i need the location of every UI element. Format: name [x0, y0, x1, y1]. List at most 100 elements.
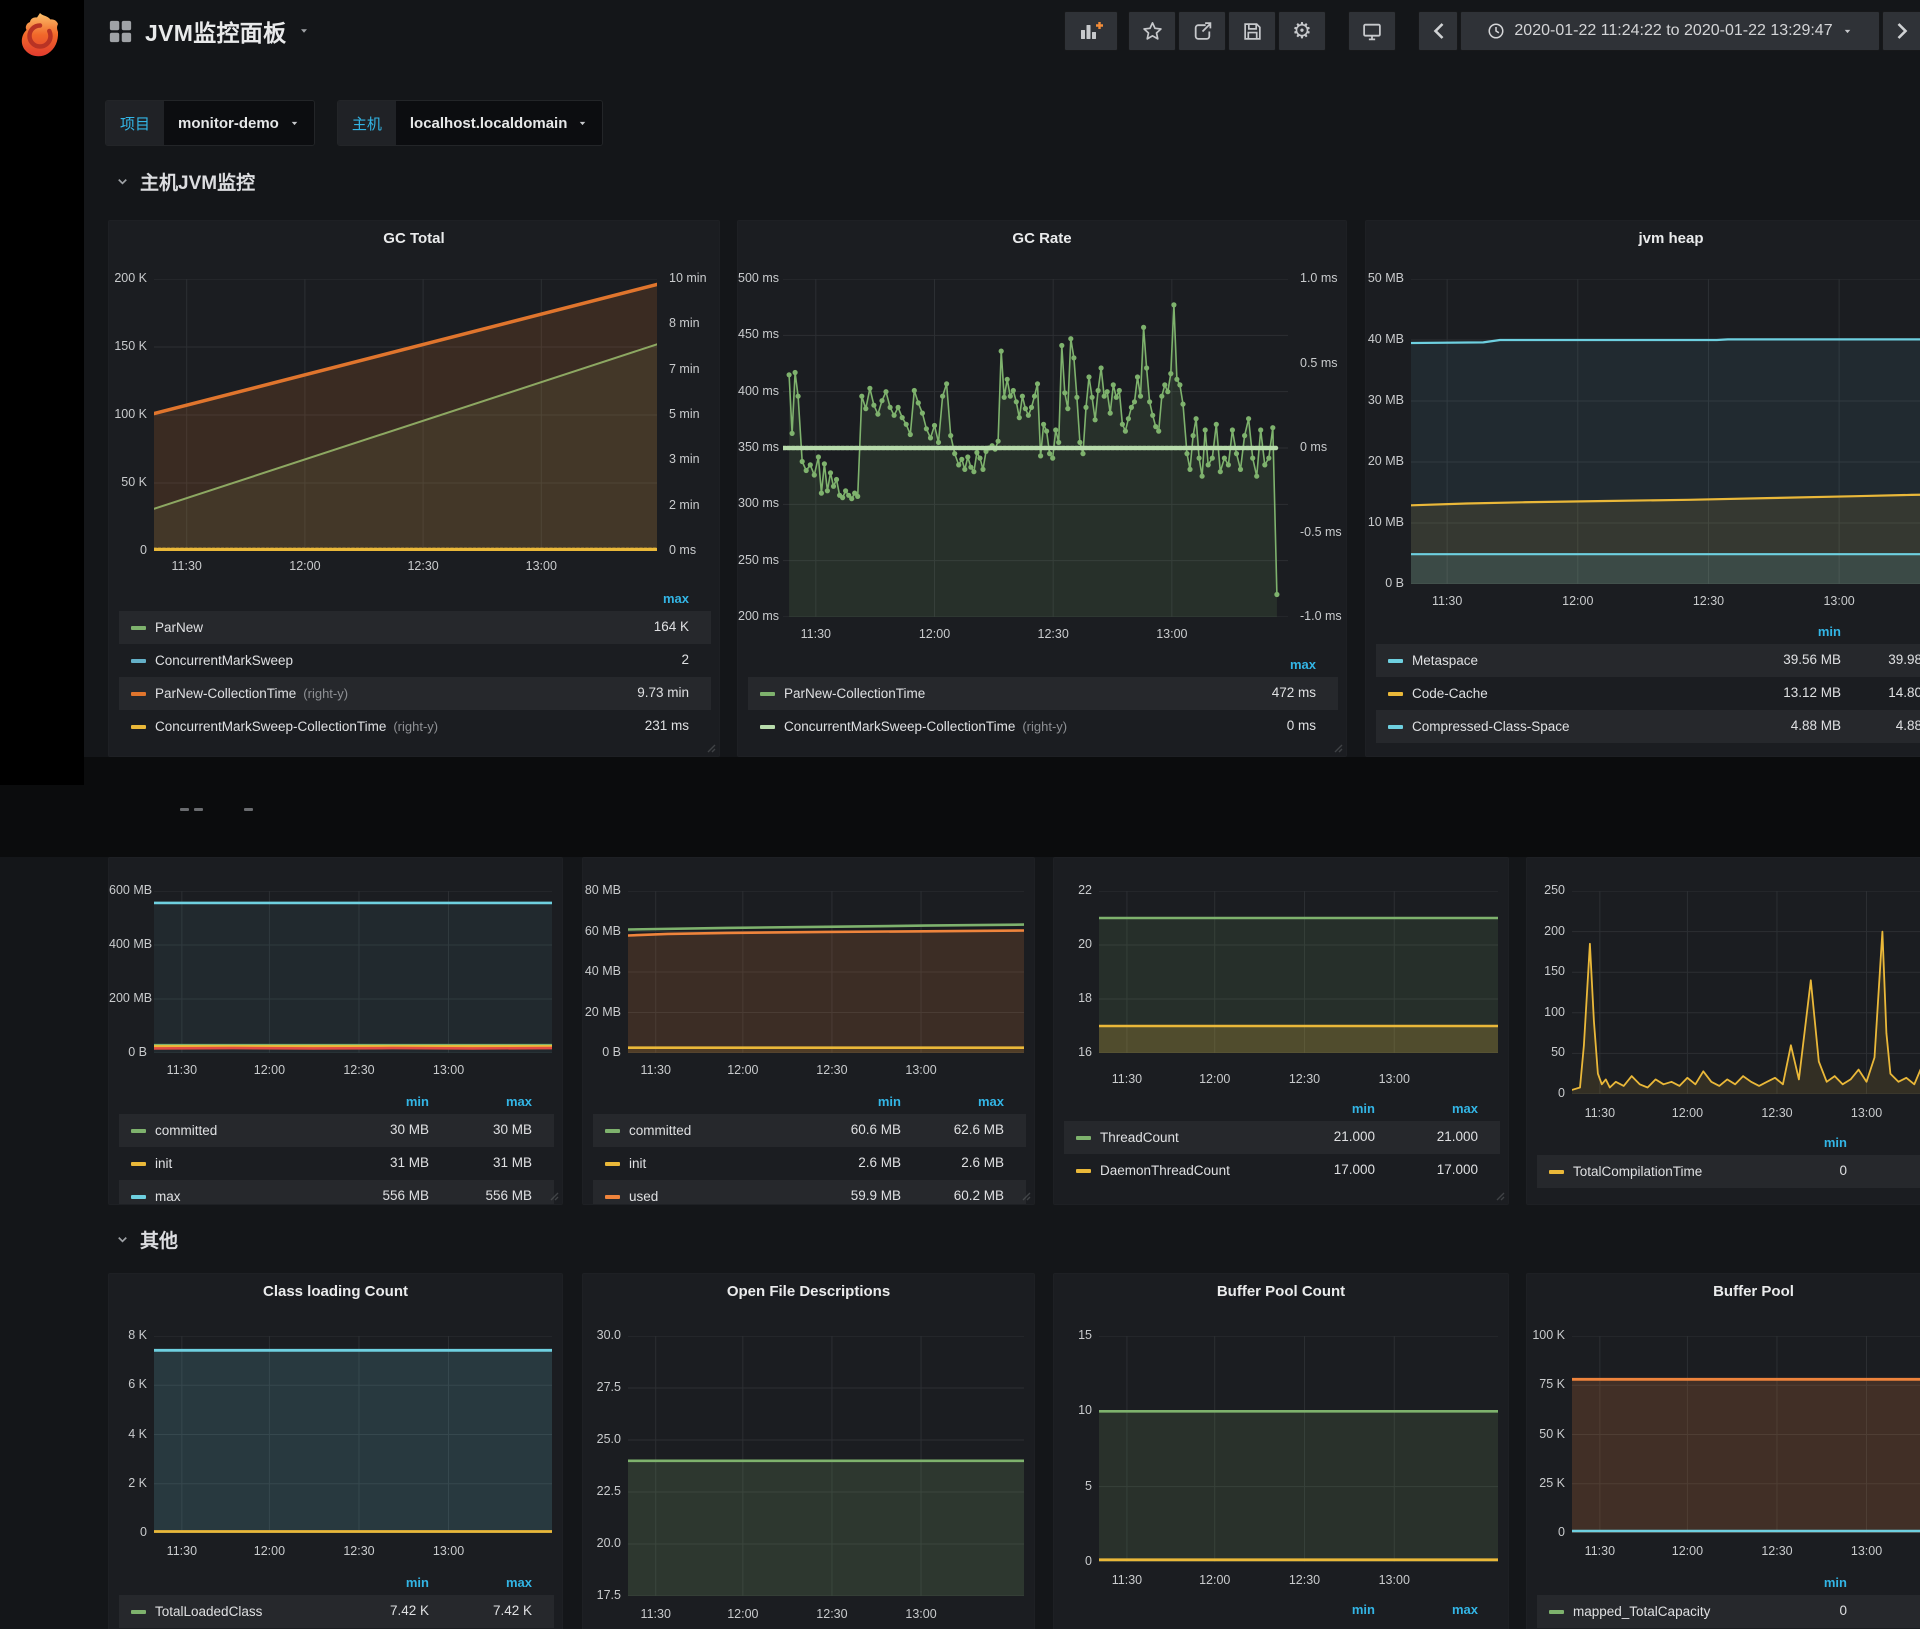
series-name[interactable]: ThreadCount [1100, 1130, 1179, 1145]
legend-row[interactable]: ParNew-CollectionTime472 ms [748, 677, 1338, 710]
series-name[interactable]: committed [155, 1123, 217, 1138]
panel-resize-handle[interactable] [1495, 1191, 1505, 1201]
legend-row[interactable]: TotalLoadedClass7.42 K7.42 K [119, 1595, 554, 1628]
legend-stat-header[interactable]: max [904, 1094, 1004, 1109]
legend-stat-header[interactable]: max [1846, 624, 1920, 639]
legend-row[interactable]: Metaspace39.56 MB39.98 MB [1376, 644, 1920, 677]
legend-stat-header[interactable]: min [329, 1575, 429, 1590]
row-header-other[interactable]: 其他 [115, 1226, 178, 1253]
series-name[interactable]: ConcurrentMarkSweep [155, 653, 293, 668]
legend-row[interactable]: init31 MB31 MB [119, 1147, 554, 1180]
share-button[interactable] [1178, 11, 1226, 51]
panel-title[interactable]: jvm heap [1366, 230, 1920, 247]
legend-stat-header[interactable]: max [1850, 1135, 1920, 1150]
panel-resize-handle[interactable] [1333, 743, 1343, 753]
legend-stat-header[interactable]: max [432, 1094, 532, 1109]
time-forward-button[interactable] [1882, 11, 1920, 51]
legend-stat-header[interactable]: min [1747, 1135, 1847, 1150]
panel-title[interactable]: GC Rate [738, 230, 1346, 247]
legend-stat-value: 13.12 MB [1731, 685, 1841, 700]
legend-stat-header[interactable]: min [329, 1094, 429, 1109]
legend-stat-header[interactable]: min [1275, 1602, 1375, 1617]
panel-title[interactable]: Buffer Pool [1527, 1283, 1920, 1300]
series-name[interactable]: committed [629, 1123, 691, 1138]
series-name[interactable]: max [155, 1189, 181, 1204]
plot-area-threads[interactable] [1099, 891, 1498, 1053]
panel-title[interactable]: GC Total [109, 230, 719, 247]
variable-project-value[interactable]: monitor-demo [164, 101, 314, 145]
legend-row[interactable]: DaemonThreadCount17.00017.000 [1064, 1154, 1500, 1187]
panel-title[interactable]: Buffer Pool Count [1054, 1283, 1508, 1300]
time-range-picker[interactable]: 2020-01-22 11:24:22 to 2020-01-22 13:29:… [1460, 11, 1880, 51]
series-name[interactable]: ParNew-CollectionTime [155, 686, 296, 701]
plot-area-jvm-heap[interactable] [1411, 279, 1920, 584]
legend-stat-header[interactable]: max [1216, 657, 1316, 672]
plot-area-gc-rate[interactable] [783, 279, 1288, 617]
row-header-jvm[interactable]: 主机JVM监控 [115, 168, 255, 195]
plot-area-open-files[interactable] [628, 1336, 1024, 1596]
series-name[interactable]: ConcurrentMarkSweep-CollectionTime [784, 719, 1015, 734]
panel-resize-handle[interactable] [549, 1191, 559, 1201]
legend-row[interactable]: Compressed-Class-Space4.88 MB4.88 MB [1376, 710, 1920, 743]
series-name[interactable]: DaemonThreadCount [1100, 1163, 1230, 1178]
plot-area-compilation[interactable] [1572, 891, 1920, 1094]
add-panel-button[interactable] [1064, 11, 1118, 51]
save-button[interactable] [1228, 11, 1276, 51]
legend-stat-header[interactable]: max [1378, 1101, 1478, 1116]
series-name[interactable]: used [629, 1189, 658, 1204]
series-name[interactable]: TotalLoadedClass [155, 1604, 262, 1619]
panel-resize-handle[interactable] [1021, 1191, 1031, 1201]
legend-stat-header[interactable]: min [1747, 1575, 1847, 1590]
legend-row[interactable]: max556 MB556 MB [119, 1180, 554, 1205]
legend-row[interactable]: ConcurrentMarkSweep2 [119, 644, 711, 677]
legend-row[interactable]: ThreadCount21.00021.000 [1064, 1121, 1500, 1154]
settings-button[interactable]: ⚙ [1278, 11, 1326, 51]
plot-area-nonheap-a[interactable] [154, 891, 552, 1053]
series-name[interactable]: Metaspace [1412, 653, 1478, 668]
series-name[interactable]: Compressed-Class-Space [1412, 719, 1570, 734]
legend-stat-header[interactable]: max [1850, 1575, 1920, 1590]
plot-area-buffer-pool[interactable] [1572, 1336, 1920, 1533]
series-name[interactable]: TotalCompilationTime [1573, 1164, 1702, 1179]
cycle-view-button[interactable] [1348, 11, 1396, 51]
plot-area-gc-total[interactable] [154, 279, 657, 551]
legend-row[interactable]: committed30 MB30 MB [119, 1114, 554, 1147]
panel-title[interactable]: Class loading Count [109, 1283, 562, 1300]
series-name[interactable]: mapped_TotalCapacity [1573, 1604, 1710, 1619]
legend-row[interactable]: init2.6 MB2.6 MB [593, 1147, 1026, 1180]
legend-row[interactable]: ParNew-CollectionTime(right-y)9.73 min [119, 677, 711, 710]
y-axis-label: 450 ms [738, 327, 776, 341]
legend-stat-header[interactable]: max [432, 1575, 532, 1590]
panel-title[interactable]: Open File Descriptions [583, 1283, 1034, 1300]
legend-row[interactable]: ParNew164 K [119, 611, 711, 644]
legend-row[interactable]: Code-Cache13.12 MB14.80 MB [1376, 677, 1920, 710]
legend-stat-header[interactable]: max [1378, 1602, 1478, 1617]
legend-stat-header[interactable]: min [801, 1094, 901, 1109]
series-name[interactable]: ParNew [155, 620, 203, 635]
legend-row[interactable]: ConcurrentMarkSweep-CollectionTime(right… [748, 710, 1338, 743]
grafana-logo-icon[interactable] [14, 10, 66, 62]
legend-row[interactable]: ConcurrentMarkSweep-CollectionTime(right… [119, 710, 711, 743]
legend-row[interactable]: used59.9 MB60.2 MB [593, 1180, 1026, 1205]
series-name[interactable]: init [629, 1156, 646, 1171]
star-button[interactable] [1128, 11, 1176, 51]
series-name[interactable]: init [155, 1156, 172, 1171]
title-caret-down-icon[interactable] [298, 25, 310, 37]
legend-row[interactable]: committed60.6 MB62.6 MB [593, 1114, 1026, 1147]
legend-stat-header[interactable]: max [589, 591, 689, 606]
legend-row[interactable]: TotalCompilationTime0 [1537, 1155, 1920, 1188]
legend-stat-header[interactable]: min [1741, 624, 1841, 639]
y-axis-label: 40 MB [583, 964, 621, 978]
plot-area-nonheap-b[interactable] [628, 891, 1024, 1053]
series-name[interactable]: ParNew-CollectionTime [784, 686, 925, 701]
plot-area-buffer-count[interactable] [1099, 1336, 1498, 1562]
variable-host-value[interactable]: localhost.localdomain [396, 101, 603, 145]
legend-stat-header[interactable]: min [1275, 1101, 1375, 1116]
plot-area-class-loading[interactable] [154, 1336, 552, 1533]
panel-resize-handle[interactable] [706, 743, 716, 753]
series-name[interactable]: ConcurrentMarkSweep-CollectionTime [155, 719, 386, 734]
series-name[interactable]: Code-Cache [1412, 686, 1488, 701]
dashboard-grid-icon[interactable] [108, 19, 133, 44]
legend-row[interactable]: mapped_TotalCapacity0 [1537, 1595, 1920, 1628]
time-back-button[interactable] [1418, 11, 1458, 51]
